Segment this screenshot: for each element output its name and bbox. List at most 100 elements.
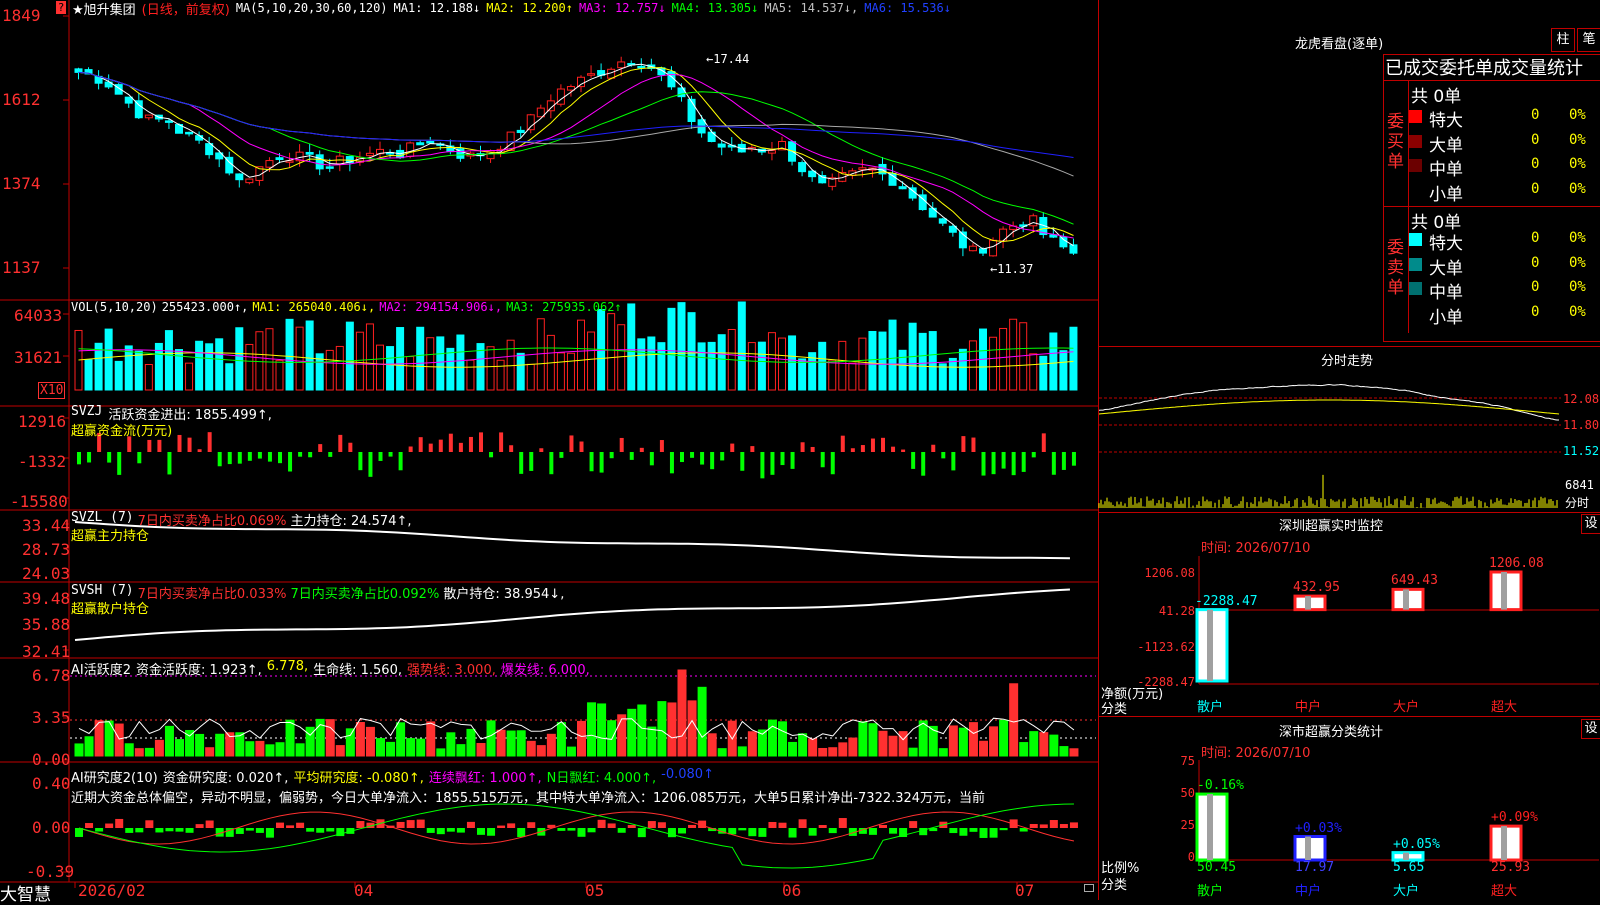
price-ytick-3: 1374 — [2, 174, 41, 193]
svzj-bar — [599, 452, 604, 473]
volume-bar — [406, 356, 415, 391]
volume-bar — [275, 360, 284, 391]
ai-active-bar — [818, 747, 828, 757]
volume-bar — [627, 303, 636, 391]
vol-ytick-1: 64033 — [14, 306, 63, 325]
ai-research-bar — [517, 828, 526, 838]
ai-active-bar — [436, 748, 446, 757]
ai-active-bar — [164, 725, 174, 757]
ai-active-bar — [657, 701, 667, 757]
ai-research-bar — [667, 828, 676, 838]
ai-active-bar — [989, 726, 999, 757]
ai-research-bar — [276, 822, 284, 828]
cls-cat-2: 中户 — [1295, 884, 1322, 899]
ai-research-bar — [688, 824, 697, 828]
vol-ytick-2: 31621 — [14, 348, 63, 367]
svzj-bar — [87, 452, 92, 463]
svzj-bar — [318, 444, 323, 452]
ai-active-bar — [717, 748, 727, 757]
chart-mode[interactable]: (日线，前复权) — [142, 0, 230, 18]
ai-research-bar — [637, 828, 646, 838]
ai-active-bar — [114, 723, 124, 757]
ai-active-bar — [335, 745, 345, 757]
ai-active-bar — [968, 722, 978, 757]
sidebar-canvas — [1098, 383, 1599, 862]
volume-bar — [285, 318, 294, 391]
ai-active-bar — [566, 746, 576, 757]
svzj-bar — [438, 439, 443, 452]
svzj-bar — [418, 437, 423, 452]
ai-active-bar — [878, 730, 888, 757]
sell-row-swatch — [1409, 233, 1422, 246]
svzl-ytick-3: 24.03 — [22, 564, 71, 583]
volume-bar — [788, 335, 797, 391]
lock-icon[interactable] — [1084, 884, 1094, 892]
ai-active-bar — [376, 738, 385, 757]
candle-body — [235, 173, 244, 181]
low-value: 11.37 — [997, 262, 1034, 276]
volume-bar — [1049, 332, 1058, 391]
ai-active-bar — [948, 725, 958, 757]
svzj-bar — [378, 452, 383, 461]
candle-body — [767, 150, 776, 154]
main-chart-canvas[interactable] — [0, 0, 1098, 900]
ai-research-bar — [788, 828, 797, 838]
x-axis-label-1: 2026/02 — [78, 881, 146, 900]
price-ytick-4: 1137 — [2, 258, 41, 277]
ma4-value: MA4: 13.305↓ — [671, 1, 759, 15]
sell-row-qty: 0 — [1531, 303, 1540, 320]
svsh-ytick-2: 35.88 — [22, 615, 71, 634]
ai-research-bar — [477, 828, 485, 835]
svzj-bar — [579, 441, 584, 452]
volume-bar — [255, 331, 264, 391]
vol-unit-badge[interactable]: X10 — [38, 382, 66, 399]
cls-cat-1: 散户 — [1197, 884, 1224, 899]
svzj-bar — [891, 446, 896, 452]
ai-research-bar — [286, 825, 295, 828]
cls-bar-shade-1 — [1207, 794, 1213, 860]
buy-row-swatch — [1409, 134, 1422, 148]
svzj-bar — [308, 452, 313, 458]
volume-bar — [376, 344, 384, 391]
volume-bar — [828, 359, 837, 391]
ma-line-2 — [78, 67, 1074, 243]
ai-research-bar — [979, 828, 988, 838]
ai-research-bar — [326, 828, 335, 832]
cls-bar-shade-2 — [1305, 836, 1311, 860]
ai-research-bar — [768, 821, 777, 828]
ai-research-comment: 近期大资金总体偏空，异动不明显，偏弱势，今日大单净流入：1855.515万元，其… — [71, 791, 986, 806]
main-chart-area[interactable]: ? ★旭升集团 (日线，前复权) MA(5,10,20,30,60,120) M… — [0, 0, 1098, 905]
ma1-value: MA1: 12.188↓ — [393, 1, 481, 15]
svzj-bar — [629, 452, 634, 460]
ai-research-l3: 连续飘红: 1.000↑, — [428, 771, 542, 786]
candle-body — [74, 68, 83, 73]
ai-research-bar — [1039, 824, 1048, 828]
ai-active-l4: 强势线: 3.000, — [407, 663, 496, 678]
buy-row-swatch — [1409, 110, 1422, 123]
ai-active-bar — [938, 748, 948, 757]
svzj-bar — [207, 432, 212, 452]
ai-research-bar — [105, 823, 114, 828]
svzj-bar — [1051, 452, 1056, 475]
ai-active-bar — [295, 743, 305, 757]
volume-bar — [556, 352, 565, 391]
cls-top-label-2: +0.03% — [1295, 820, 1342, 836]
svzj-bar — [780, 452, 785, 466]
svzj-bar — [237, 452, 242, 464]
cls-bottom-label-2: 17.97 — [1295, 860, 1335, 875]
svzj-bar — [649, 452, 654, 466]
candle-body — [898, 186, 907, 190]
ai-active-bar — [546, 733, 556, 757]
volume-bar — [245, 343, 254, 391]
vol-ma3: MA3: 275935.062↑ — [506, 300, 622, 314]
svzj-bar — [328, 452, 333, 457]
ai-research-l5: -0.080↑ — [661, 767, 714, 782]
volume-bar — [526, 363, 535, 391]
ai-research-bar — [959, 828, 968, 836]
ai-research-l1: 资金研究度: 0.020↑, — [162, 771, 289, 786]
candle-body — [305, 151, 314, 155]
volume-bar — [345, 321, 354, 391]
svzj-bar — [850, 448, 855, 452]
candle-body — [416, 142, 425, 146]
volume-bar — [104, 328, 113, 391]
